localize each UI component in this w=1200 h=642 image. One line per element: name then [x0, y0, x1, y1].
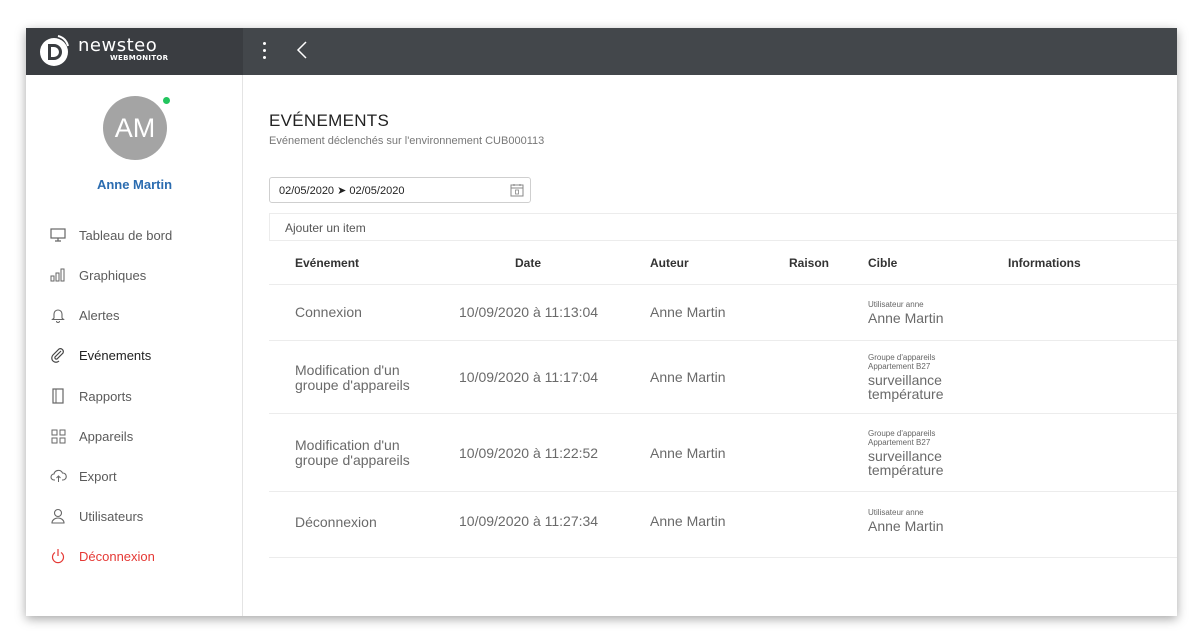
page-subtitle: Evénement déclenchés sur l'environnement…	[269, 135, 545, 147]
event-cell: Déconnexion	[295, 514, 377, 530]
chevron-left-icon[interactable]	[294, 39, 310, 61]
event-cell: Modification d'un groupe d'appareils	[295, 362, 410, 393]
nav-label: Déconnexion	[79, 548, 155, 564]
column-header-evenement[interactable]: Evénement	[295, 256, 359, 270]
user-icon	[48, 506, 68, 526]
nav-label: Evénements	[79, 347, 152, 363]
cible-main: surveillance température	[868, 448, 944, 478]
nav-label: Tableau de bord	[79, 227, 173, 243]
cible-sub-line: Groupe d'appareils	[868, 353, 936, 362]
user-name[interactable]: Anne Martin	[26, 177, 243, 192]
cible-main: Anne Martin	[868, 310, 944, 326]
cible-cell: Groupe d'appareils Appartement B27 surve…	[868, 353, 958, 401]
sidebar: AM Anne Martin Tableau de bord Graphique…	[26, 75, 243, 616]
nav-item-graphiques[interactable]: Graphiques	[48, 264, 146, 286]
date-range-picker[interactable]: 02/05/2020 ➤ 02/05/2020	[269, 177, 531, 203]
grid-icon	[48, 426, 68, 446]
nav-label: Rapports	[79, 388, 132, 404]
nav-item-evenements[interactable]: Evénements	[48, 344, 151, 366]
column-header-cible[interactable]: Cible	[868, 256, 897, 270]
table-row[interactable]: Modification d'un groupe d'appareils 10/…	[269, 414, 1177, 492]
date-cell: 10/09/2020 à 11:17:04	[459, 369, 599, 385]
cible-cell: Groupe d'appareils Appartement B27 surve…	[868, 429, 958, 477]
nav-item-deconnexion[interactable]: Déconnexion	[48, 545, 155, 567]
bar-chart-icon	[48, 265, 68, 285]
date-range-value: 02/05/2020 ➤ 02/05/2020	[279, 185, 405, 197]
nav-item-alertes[interactable]: Alertes	[48, 304, 119, 326]
cible-sub-line: Groupe d'appareils	[868, 429, 936, 438]
cible-cell: Utilisateur anne Anne Martin	[868, 508, 943, 533]
monitor-icon	[48, 225, 68, 245]
author-cell: Anne Martin	[650, 445, 726, 461]
column-header-raison[interactable]: Raison	[789, 256, 829, 270]
nav-label: Export	[79, 468, 117, 484]
events-table: Evénement Date Auteur Raison Cible Infor…	[269, 241, 1177, 558]
table-row[interactable]: Modification d'un groupe d'appareils 10/…	[269, 341, 1177, 414]
cible-sub-line: Utilisateur anne	[868, 300, 924, 309]
nav-item-rapports[interactable]: Rapports	[48, 385, 132, 407]
date-cell: 10/09/2020 à 11:13:04	[459, 304, 599, 320]
cible-sub-line: Utilisateur anne	[868, 508, 924, 517]
add-item-input[interactable]: Ajouter un item	[269, 213, 1177, 241]
column-header-informations[interactable]: Informations	[1008, 256, 1081, 270]
author-cell: Anne Martin	[650, 513, 726, 529]
cible-main: Anne Martin	[868, 518, 944, 534]
avatar[interactable]: AM	[103, 96, 167, 160]
column-header-auteur[interactable]: Auteur	[650, 256, 689, 270]
author-cell: Anne Martin	[650, 369, 726, 385]
date-cell: 10/09/2020 à 11:22:52	[459, 445, 599, 461]
cible-main: surveillance température	[868, 372, 944, 402]
nav-item-tableau-de-bord[interactable]: Tableau de bord	[48, 224, 172, 246]
cible-sub-line: Appartement B27	[868, 362, 931, 371]
calendar-icon[interactable]	[510, 183, 524, 197]
nav-item-utilisateurs[interactable]: Utilisateurs	[48, 505, 143, 527]
event-cell: Connexion	[295, 304, 362, 320]
cible-cell: Utilisateur anne Anne Martin	[868, 300, 943, 325]
brand[interactable]: newsteo WEBMONITOR	[26, 28, 243, 75]
table-row[interactable]: Connexion 10/09/2020 à 11:13:04 Anne Mar…	[269, 285, 1177, 341]
brand-sub: WEBMONITOR	[110, 54, 169, 62]
kebab-menu-icon[interactable]	[261, 41, 269, 61]
document-icon	[48, 386, 68, 406]
cloud-upload-icon	[48, 466, 68, 486]
event-cell: Modification d'un groupe d'appareils	[295, 437, 410, 468]
top-bar: newsteo WEBMONITOR	[26, 28, 1177, 75]
brand-name: newsteo	[78, 35, 158, 56]
author-cell: Anne Martin	[650, 304, 726, 320]
cible-sub-line: Appartement B27	[868, 438, 931, 447]
main-content: EVÉNEMENTS Evénement déclenchés sur l'en…	[244, 75, 1177, 616]
nav-item-export[interactable]: Export	[48, 465, 117, 487]
nav-label: Utilisateurs	[79, 508, 144, 524]
nav-label: Alertes	[79, 307, 120, 323]
page-title: EVÉNEMENTS	[269, 111, 390, 130]
date-cell: 10/09/2020 à 11:27:34	[459, 513, 599, 529]
online-status-dot	[162, 96, 171, 105]
nav-label: Appareils	[79, 428, 134, 444]
newsteo-logo-icon	[40, 35, 69, 66]
power-icon	[48, 546, 68, 566]
app-window: newsteo WEBMONITOR AM Anne Martin Tablea…	[26, 28, 1177, 616]
table-header: Evénement Date Auteur Raison Cible Infor…	[269, 241, 1177, 285]
nav-item-appareils[interactable]: Appareils	[48, 425, 133, 447]
table-row[interactable]: Déconnexion 10/09/2020 à 11:27:34 Anne M…	[269, 492, 1177, 558]
paperclip-icon	[48, 345, 68, 365]
nav-label: Graphiques	[79, 267, 147, 283]
bell-icon	[48, 305, 68, 325]
column-header-date[interactable]: Date	[515, 256, 541, 270]
